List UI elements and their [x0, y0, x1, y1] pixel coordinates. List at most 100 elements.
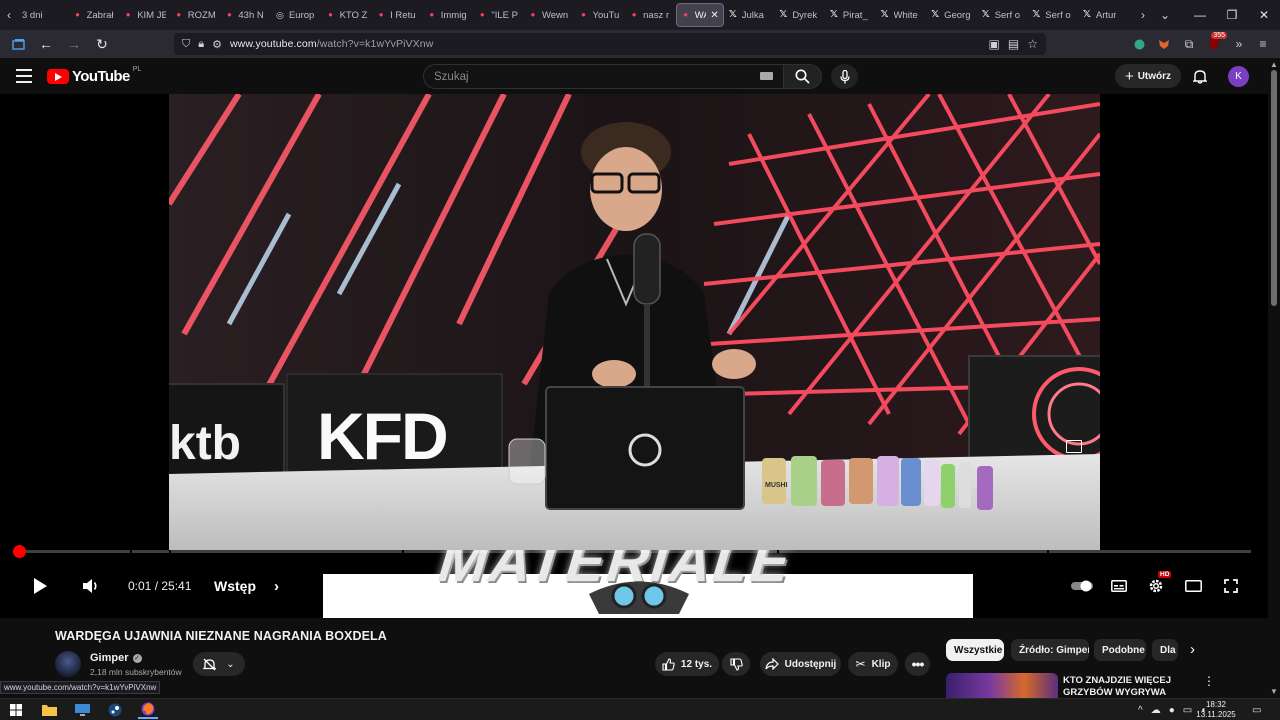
browser-tab[interactable]: 3 dni — [18, 3, 69, 27]
recommendation-menu-icon[interactable]: ⋮ — [1203, 674, 1215, 688]
video-player[interactable]: ktb KFD MUSHI MATERIALE 0:01 / 25:41 Wst… — [0, 94, 1268, 618]
browser-tab[interactable]: ● KTO Z — [322, 3, 373, 27]
channel-name-link[interactable]: Gimper ✓ — [90, 652, 142, 664]
steam-icon[interactable] — [105, 701, 125, 719]
fox-extension-icon[interactable] — [1157, 34, 1171, 54]
clip-button[interactable]: ✂ Klip — [848, 652, 898, 676]
youtube-logo[interactable]: YouTube PL — [47, 66, 141, 85]
recommendation-thumbnail[interactable] — [946, 673, 1058, 698]
shield-icon[interactable]: ⛉ — [182, 38, 190, 51]
theater-mode-button[interactable] — [1185, 568, 1202, 604]
close-window-icon[interactable]: ✕ — [1248, 0, 1280, 30]
browser-tab[interactable]: ● Wewn — [524, 3, 575, 27]
permissions-icon[interactable]: ⚙ — [212, 38, 222, 51]
miniplayer-icon[interactable] — [1066, 440, 1082, 453]
search-input[interactable]: Szukaj — [423, 64, 784, 89]
url-text[interactable]: www.youtube.com/watch?v=k1wYvPiVXnw — [230, 38, 433, 50]
restore-icon[interactable]: ❐ — [1216, 0, 1248, 30]
browser-tab[interactable]: ◎ Europ — [271, 3, 322, 27]
reader-view-icon[interactable]: ▤ — [1008, 37, 1019, 51]
lock-icon[interactable]: 🔒︎ — [198, 38, 204, 51]
browser-tab[interactable]: ● ROZM — [170, 3, 221, 27]
microphone-tray-icon[interactable]: ● — [1169, 705, 1175, 716]
minimize-icon[interactable]: — — [1184, 0, 1216, 30]
browser-tab[interactable]: 𝕏 Georg — [926, 3, 977, 27]
browser-tab[interactable]: 𝕏 Dyrek — [774, 3, 825, 27]
bookmark-star-icon[interactable]: ☆ — [1027, 37, 1038, 51]
channel-avatar[interactable] — [55, 651, 81, 677]
vpn-extension-icon[interactable] — [1132, 34, 1146, 54]
share-button[interactable]: Udostępnij — [760, 652, 841, 676]
windows-start-icon[interactable] — [6, 701, 26, 719]
scroll-down-icon[interactable]: ▼ — [1270, 687, 1278, 696]
more-actions-button[interactable]: ••• — [905, 652, 930, 676]
browser-tab[interactable]: ● I Retu — [372, 3, 423, 27]
browser-tab-active[interactable]: ● WA✕ — [675, 3, 724, 27]
filter-chip[interactable]: Podobne — [1094, 639, 1146, 661]
back-icon[interactable]: ← — [34, 32, 58, 56]
tray-overflow-icon[interactable]: ^ — [1138, 705, 1143, 716]
list-all-tabs-icon[interactable]: ⌄ — [1154, 8, 1176, 22]
scroll-up-icon[interactable]: ▲ — [1270, 60, 1278, 69]
browser-tab[interactable]: ● KIM JE — [119, 3, 170, 27]
browser-tab[interactable]: ● Immig — [423, 3, 474, 27]
browser-tab[interactable]: 𝕏 Artur — [1078, 3, 1129, 27]
browser-tab[interactable]: ● "ILE P — [473, 3, 524, 27]
dislike-button[interactable] — [722, 652, 750, 676]
video-frame[interactable]: ktb KFD MUSHI — [169, 94, 1100, 550]
scroll-tabs-left-icon[interactable]: ‹ — [0, 0, 18, 30]
browser-tab[interactable]: 𝕏 Julka — [724, 3, 775, 27]
close-tab-icon[interactable]: ✕ — [710, 10, 718, 21]
monitor-app-icon[interactable] — [72, 701, 92, 719]
notifications-center-icon[interactable]: ▭ — [1252, 699, 1261, 720]
app-menu-icon[interactable]: ≡ — [1256, 34, 1270, 54]
address-bar[interactable]: ⛉ 🔒︎ ⚙ www.youtube.com/watch?v=k1wYvPiVX… — [174, 33, 1046, 55]
forward-icon[interactable]: → — [62, 32, 86, 56]
browser-tab[interactable]: 𝕏 Pirat_ — [825, 3, 876, 27]
like-button[interactable]: 12 tys. — [655, 652, 719, 676]
picture-icon[interactable]: ▣ — [989, 37, 1000, 51]
subscription-notifications-button[interactable]: ⌄ — [193, 652, 245, 676]
chips-next-icon[interactable]: › — [1190, 641, 1195, 658]
account-avatar[interactable]: K — [1228, 66, 1249, 87]
tab-overview-icon[interactable] — [6, 32, 30, 56]
search-button[interactable] — [784, 64, 822, 89]
filter-chip[interactable]: Źródło: Gimper — [1011, 639, 1089, 661]
tab-title: Serf o — [994, 9, 1021, 21]
filter-chip[interactable]: Wszystkie — [946, 639, 1004, 661]
progress-bar[interactable] — [13, 545, 1251, 558]
browser-tab[interactable]: ● nasz r — [625, 3, 676, 27]
extensions-puzzle-icon[interactable]: ⧉ — [1182, 34, 1196, 54]
notifications-bell-icon[interactable] — [1190, 66, 1210, 86]
tab-title: Immig — [440, 9, 467, 21]
onedrive-cloud-icon[interactable]: ☁ — [1151, 705, 1161, 716]
taskbar-clock[interactable]: 18:32 13.11.2025 — [1196, 699, 1236, 720]
more-tools-icon[interactable]: » — [1232, 34, 1246, 54]
chapter-title-button[interactable]: Wstęp › — [214, 568, 279, 604]
browser-tab[interactable]: ● Zabrał — [69, 3, 120, 27]
progress-scrubber[interactable] — [13, 545, 26, 558]
reload-icon[interactable]: ↻ — [90, 32, 114, 56]
scroll-tabs-right-icon[interactable]: › — [1132, 8, 1154, 22]
scrollbar-thumb[interactable] — [1271, 70, 1277, 306]
filter-chip[interactable]: Dla — [1152, 639, 1178, 661]
browser-tab[interactable]: ● YouTu — [575, 3, 626, 27]
play-button[interactable] — [31, 568, 49, 604]
mute-button[interactable] — [82, 568, 100, 604]
autoplay-toggle[interactable] — [1071, 568, 1093, 604]
network-icon[interactable]: ▭ — [1183, 705, 1192, 716]
menu-icon[interactable] — [16, 69, 32, 83]
subtitles-button[interactable] — [1111, 568, 1127, 604]
browser-tab[interactable]: 𝕏 Serf o — [1027, 3, 1078, 27]
browser-tab[interactable]: 𝕏 White — [876, 3, 927, 27]
browser-tab[interactable]: 𝕏 Serf o — [977, 3, 1028, 27]
keyboard-icon[interactable] — [760, 72, 773, 80]
create-button[interactable]: + Utwórz — [1115, 64, 1181, 88]
browser-tab[interactable]: ● 43h N — [220, 3, 271, 27]
fullscreen-button[interactable] — [1224, 568, 1238, 604]
ublock-icon[interactable]: 355 — [1207, 32, 1227, 54]
firefox-taskbar-icon[interactable] — [138, 701, 158, 719]
page-scrollbar[interactable]: ▲ ▼ — [1268, 58, 1280, 698]
file-explorer-icon[interactable] — [39, 701, 59, 719]
voice-search-button[interactable] — [831, 64, 858, 89]
